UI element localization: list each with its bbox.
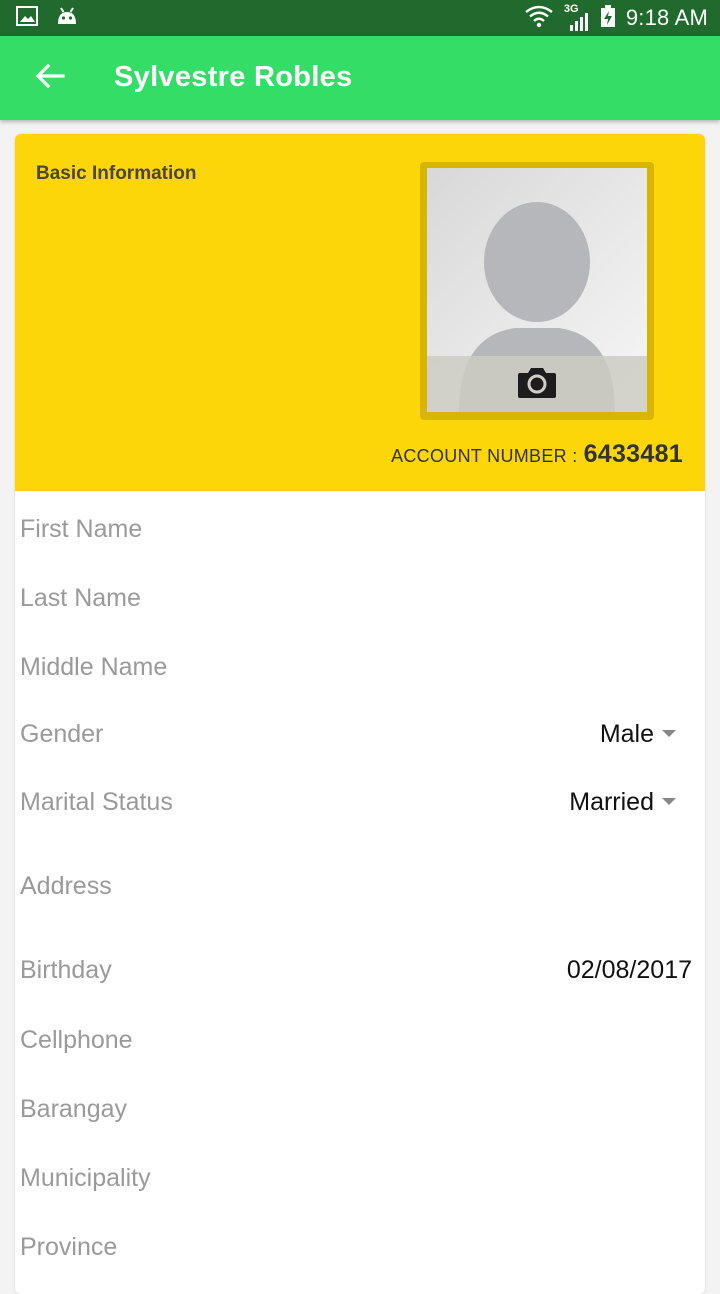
clock: 9:18 AM (625, 5, 708, 30)
middle-name-field[interactable]: Middle Name (20, 653, 700, 682)
change-photo-button[interactable] (427, 356, 647, 412)
account-number: ACCOUNT NUMBER : 6433481 (391, 440, 683, 469)
marital-status-value: Married (569, 788, 654, 816)
last-name-label: Last Name (20, 584, 141, 612)
account-number-label: ACCOUNT NUMBER : (391, 446, 578, 466)
gender-label: Gender (20, 720, 104, 748)
camera-icon (516, 365, 558, 404)
address-field[interactable]: Address (20, 872, 700, 901)
profile-header: Basic Information ACCOUNT NUMBER : 64334… (15, 134, 705, 491)
gender-select[interactable]: Male (600, 720, 676, 749)
province-field[interactable]: Province (20, 1233, 700, 1262)
birthday-value[interactable]: 02/08/2017 (567, 956, 692, 985)
cellphone-field[interactable]: Cellphone (20, 1026, 700, 1055)
account-number-value: 6433481 (583, 440, 683, 468)
signal-icon: 3G (564, 3, 590, 33)
middle-name-label: Middle Name (20, 653, 168, 681)
birthday-field[interactable]: Birthday 02/08/2017 (20, 956, 700, 985)
battery-icon (600, 4, 616, 33)
android-icon (56, 6, 78, 31)
avatar (427, 168, 647, 412)
app-bar: Sylvestre Robles (0, 36, 720, 120)
first-name-label: First Name (20, 515, 143, 543)
barangay-label: Barangay (20, 1095, 128, 1123)
gallery-icon (16, 6, 38, 31)
status-bar: 3G 9:18 AM (0, 0, 720, 36)
municipality-label: Municipality (20, 1164, 151, 1192)
wifi-icon (524, 4, 554, 33)
cellphone-label: Cellphone (20, 1026, 133, 1054)
arrow-left-icon (35, 63, 65, 94)
last-name-field[interactable]: Last Name (20, 584, 700, 613)
province-label: Province (20, 1233, 118, 1261)
birthday-label: Birthday (20, 956, 112, 984)
profile-card: Basic Information ACCOUNT NUMBER : 64334… (15, 134, 705, 1294)
marital-status-select[interactable]: Married (569, 788, 676, 817)
dropdown-arrow-icon (662, 729, 676, 737)
page-title: Sylvestre Robles (114, 61, 353, 93)
back-button[interactable] (24, 54, 76, 102)
profile-photo[interactable] (420, 162, 654, 420)
address-label: Address (20, 872, 112, 900)
section-title: Basic Information (36, 163, 197, 184)
marital-status-label: Marital Status (20, 788, 173, 816)
gender-value: Male (599, 720, 654, 748)
municipality-field[interactable]: Municipality (20, 1164, 700, 1193)
dropdown-arrow-icon (662, 797, 676, 805)
gender-field[interactable]: Gender Male (20, 720, 700, 749)
barangay-field[interactable]: Barangay (20, 1095, 700, 1124)
marital-status-field[interactable]: Marital Status Married (20, 788, 700, 817)
first-name-field[interactable]: First Name (20, 515, 700, 544)
